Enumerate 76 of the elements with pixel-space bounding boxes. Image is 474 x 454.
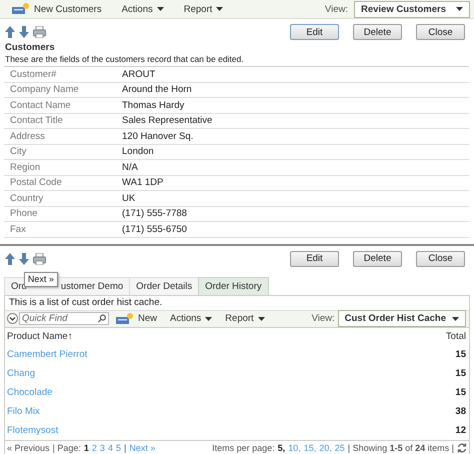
action-button[interactable]: Close — [416, 24, 465, 40]
field-value: Sales Representative — [122, 115, 214, 126]
new-button[interactable]: New — [110, 312, 164, 324]
caret-icon — [456, 7, 463, 11]
field-value: London — [122, 146, 155, 158]
menu-button[interactable]: Actions — [114, 4, 172, 14]
field-label: Country — [9, 192, 44, 204]
down-arrow-icon[interactable] — [19, 252, 29, 264]
page-link[interactable]: 1 — [84, 443, 89, 453]
tab[interactable]: Order Details — [129, 276, 200, 294]
action-button[interactable]: Delete — [353, 250, 402, 266]
field-label: Contact Name — [9, 100, 72, 111]
field-label: Fax — [9, 224, 27, 235]
field-label: Customer# — [9, 68, 58, 80]
field-label: Address — [9, 130, 46, 142]
view-label: View: — [324, 4, 348, 14]
caret-icon — [258, 316, 265, 320]
action-button[interactable]: Edit — [290, 24, 339, 40]
new-record-icon — [12, 3, 30, 15]
caret-icon — [205, 316, 212, 320]
action-button[interactable]: Delete — [353, 24, 402, 40]
tab[interactable]: ustomer Demo — [60, 276, 130, 294]
search-icon — [98, 314, 106, 323]
per-page-label: Items per page: — [212, 443, 275, 453]
menu-button[interactable]: Report — [219, 313, 271, 324]
showing-text: | Showing 1-5 of 24 items | — [348, 443, 454, 453]
view-label: View: — [312, 313, 335, 324]
page-size-link[interactable]: 5, — [278, 443, 286, 453]
new-record-icon — [116, 312, 134, 324]
printer-icon[interactable] — [33, 252, 46, 264]
up-arrow-icon[interactable] — [5, 252, 15, 264]
action-button[interactable]: Edit — [290, 250, 339, 266]
quick-find-field[interactable]: Quick Find — [19, 312, 109, 325]
field-label: City — [9, 146, 28, 158]
field-value: N/A — [122, 162, 139, 173]
page-label: | Page: — [52, 443, 81, 453]
field-value: (171) 555-6750 — [122, 224, 188, 235]
table-cell: 38 — [455, 406, 466, 416]
caret-icon — [156, 7, 164, 11]
caret-icon — [216, 7, 224, 11]
field-value: (171) 555-7788 — [122, 208, 188, 220]
table-cell: 12 — [455, 424, 466, 436]
tooltip: Next » — [24, 272, 58, 286]
printer-icon[interactable] — [33, 26, 46, 38]
field-value: UK — [122, 192, 136, 204]
field-label: Region — [9, 162, 42, 173]
menu-button[interactable]: Actions — [164, 313, 218, 324]
field-value: Thomas Hardy — [122, 100, 186, 111]
field-label: Postal Code — [9, 177, 63, 188]
view-dropdown[interactable]: Cust Order Hist Cache — [338, 310, 466, 327]
field-label: Contact Title — [9, 115, 64, 126]
separator: | — [124, 443, 126, 453]
view-dropdown[interactable]: Review Customers — [354, 0, 470, 18]
table-cell: 15 — [455, 368, 466, 378]
field-value: WA1 1DP — [122, 177, 164, 188]
column-header[interactable]: Total — [446, 330, 466, 342]
table-cell: 15 — [455, 386, 466, 398]
caret-icon — [452, 316, 459, 320]
column-header[interactable]: Product Name↑ — [7, 330, 72, 342]
tab[interactable]: Order History — [198, 276, 269, 294]
field-label: Phone — [9, 208, 38, 220]
expand-icon[interactable] — [7, 313, 18, 324]
action-button[interactable]: Close — [416, 250, 465, 266]
form-description: These are the fields of the customers record that can be edited. — [4, 53, 245, 66]
down-arrow-icon[interactable] — [19, 26, 29, 38]
field-value: Around the Horn — [122, 84, 193, 96]
form-title: Customers — [4, 42, 56, 53]
field-value: AROUT — [122, 68, 156, 80]
up-arrow-icon[interactable] — [5, 26, 15, 38]
menu-button[interactable]: Report — [176, 4, 232, 14]
table-cell: 15 — [455, 348, 466, 360]
refresh-icon[interactable] — [457, 443, 467, 453]
field-value: 120 Hanover Sq. — [122, 130, 194, 142]
new-button[interactable]: New Customers — [4, 3, 110, 15]
field-label: Company Name — [9, 84, 80, 96]
grid-description: This is a list of cust order hist cache. — [8, 296, 164, 310]
